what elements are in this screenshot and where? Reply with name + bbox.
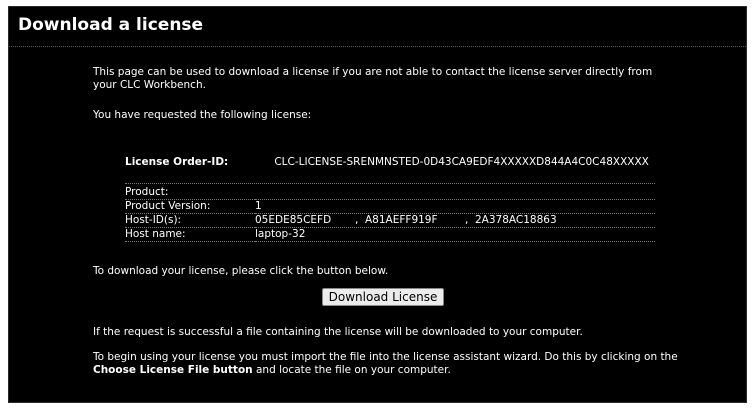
separator: , bbox=[465, 214, 469, 226]
order-id-label: License Order-ID: bbox=[125, 156, 229, 168]
button-container: Download License bbox=[93, 288, 673, 306]
host-id-values: 05EDE85CEFD, A81AEFF919F, 2A378AC18863 bbox=[255, 213, 655, 228]
product-version-label: Product Version: bbox=[125, 199, 255, 214]
separator: , bbox=[355, 214, 359, 226]
host-id-label: Host-ID(s): bbox=[125, 213, 255, 228]
product-version-value: 1 bbox=[255, 199, 655, 214]
license-panel: Download a license This page can be used… bbox=[8, 6, 747, 403]
host-id-2: A81AEFF919F bbox=[365, 214, 438, 226]
table-row: Host name: laptop-32 bbox=[125, 227, 655, 242]
table-row: Product: bbox=[125, 186, 655, 200]
table-row: Host-ID(s): 05EDE85CEFD, A81AEFF919F, 2A37… bbox=[125, 213, 655, 228]
intro-text: This page can be used to download a lice… bbox=[93, 66, 653, 91]
order-id-value: CLC-LICENSE-SRENMNSTED-0D43CA9EDF4XXXXXD… bbox=[274, 156, 649, 168]
begin-text-bold: Choose License File button bbox=[93, 364, 253, 376]
page-title: Download a license bbox=[18, 15, 204, 35]
host-id-3: 2A378AC18863 bbox=[475, 214, 557, 226]
begin-text: To begin using your license you must imp… bbox=[93, 351, 693, 377]
click-instruction-text: To download your license, please click t… bbox=[93, 265, 389, 277]
order-id-row: License Order-ID: CLC-LICENSE-SRENMNSTED… bbox=[125, 156, 649, 169]
title-bar: Download a license bbox=[9, 7, 746, 47]
product-value bbox=[255, 186, 655, 200]
table-row: Product Version: 1 bbox=[125, 199, 655, 214]
host-name-value: laptop-32 bbox=[255, 227, 655, 242]
begin-text-part1: To begin using your license you must imp… bbox=[93, 351, 678, 363]
divider bbox=[125, 183, 655, 184]
content-area: This page can be used to download a lice… bbox=[93, 66, 678, 376]
host-name-label: Host name: bbox=[125, 227, 255, 242]
success-text: If the request is successful a file cont… bbox=[93, 326, 583, 338]
download-license-button[interactable]: Download License bbox=[321, 288, 445, 306]
requested-text: You have requested the following license… bbox=[93, 109, 312, 121]
license-details-table: Product: Product Version: 1 Host-ID(s): … bbox=[125, 186, 655, 242]
begin-text-part2: and locate the file on your computer. bbox=[255, 364, 451, 376]
host-id-1: 05EDE85CEFD bbox=[255, 214, 332, 226]
product-label: Product: bbox=[125, 186, 255, 200]
